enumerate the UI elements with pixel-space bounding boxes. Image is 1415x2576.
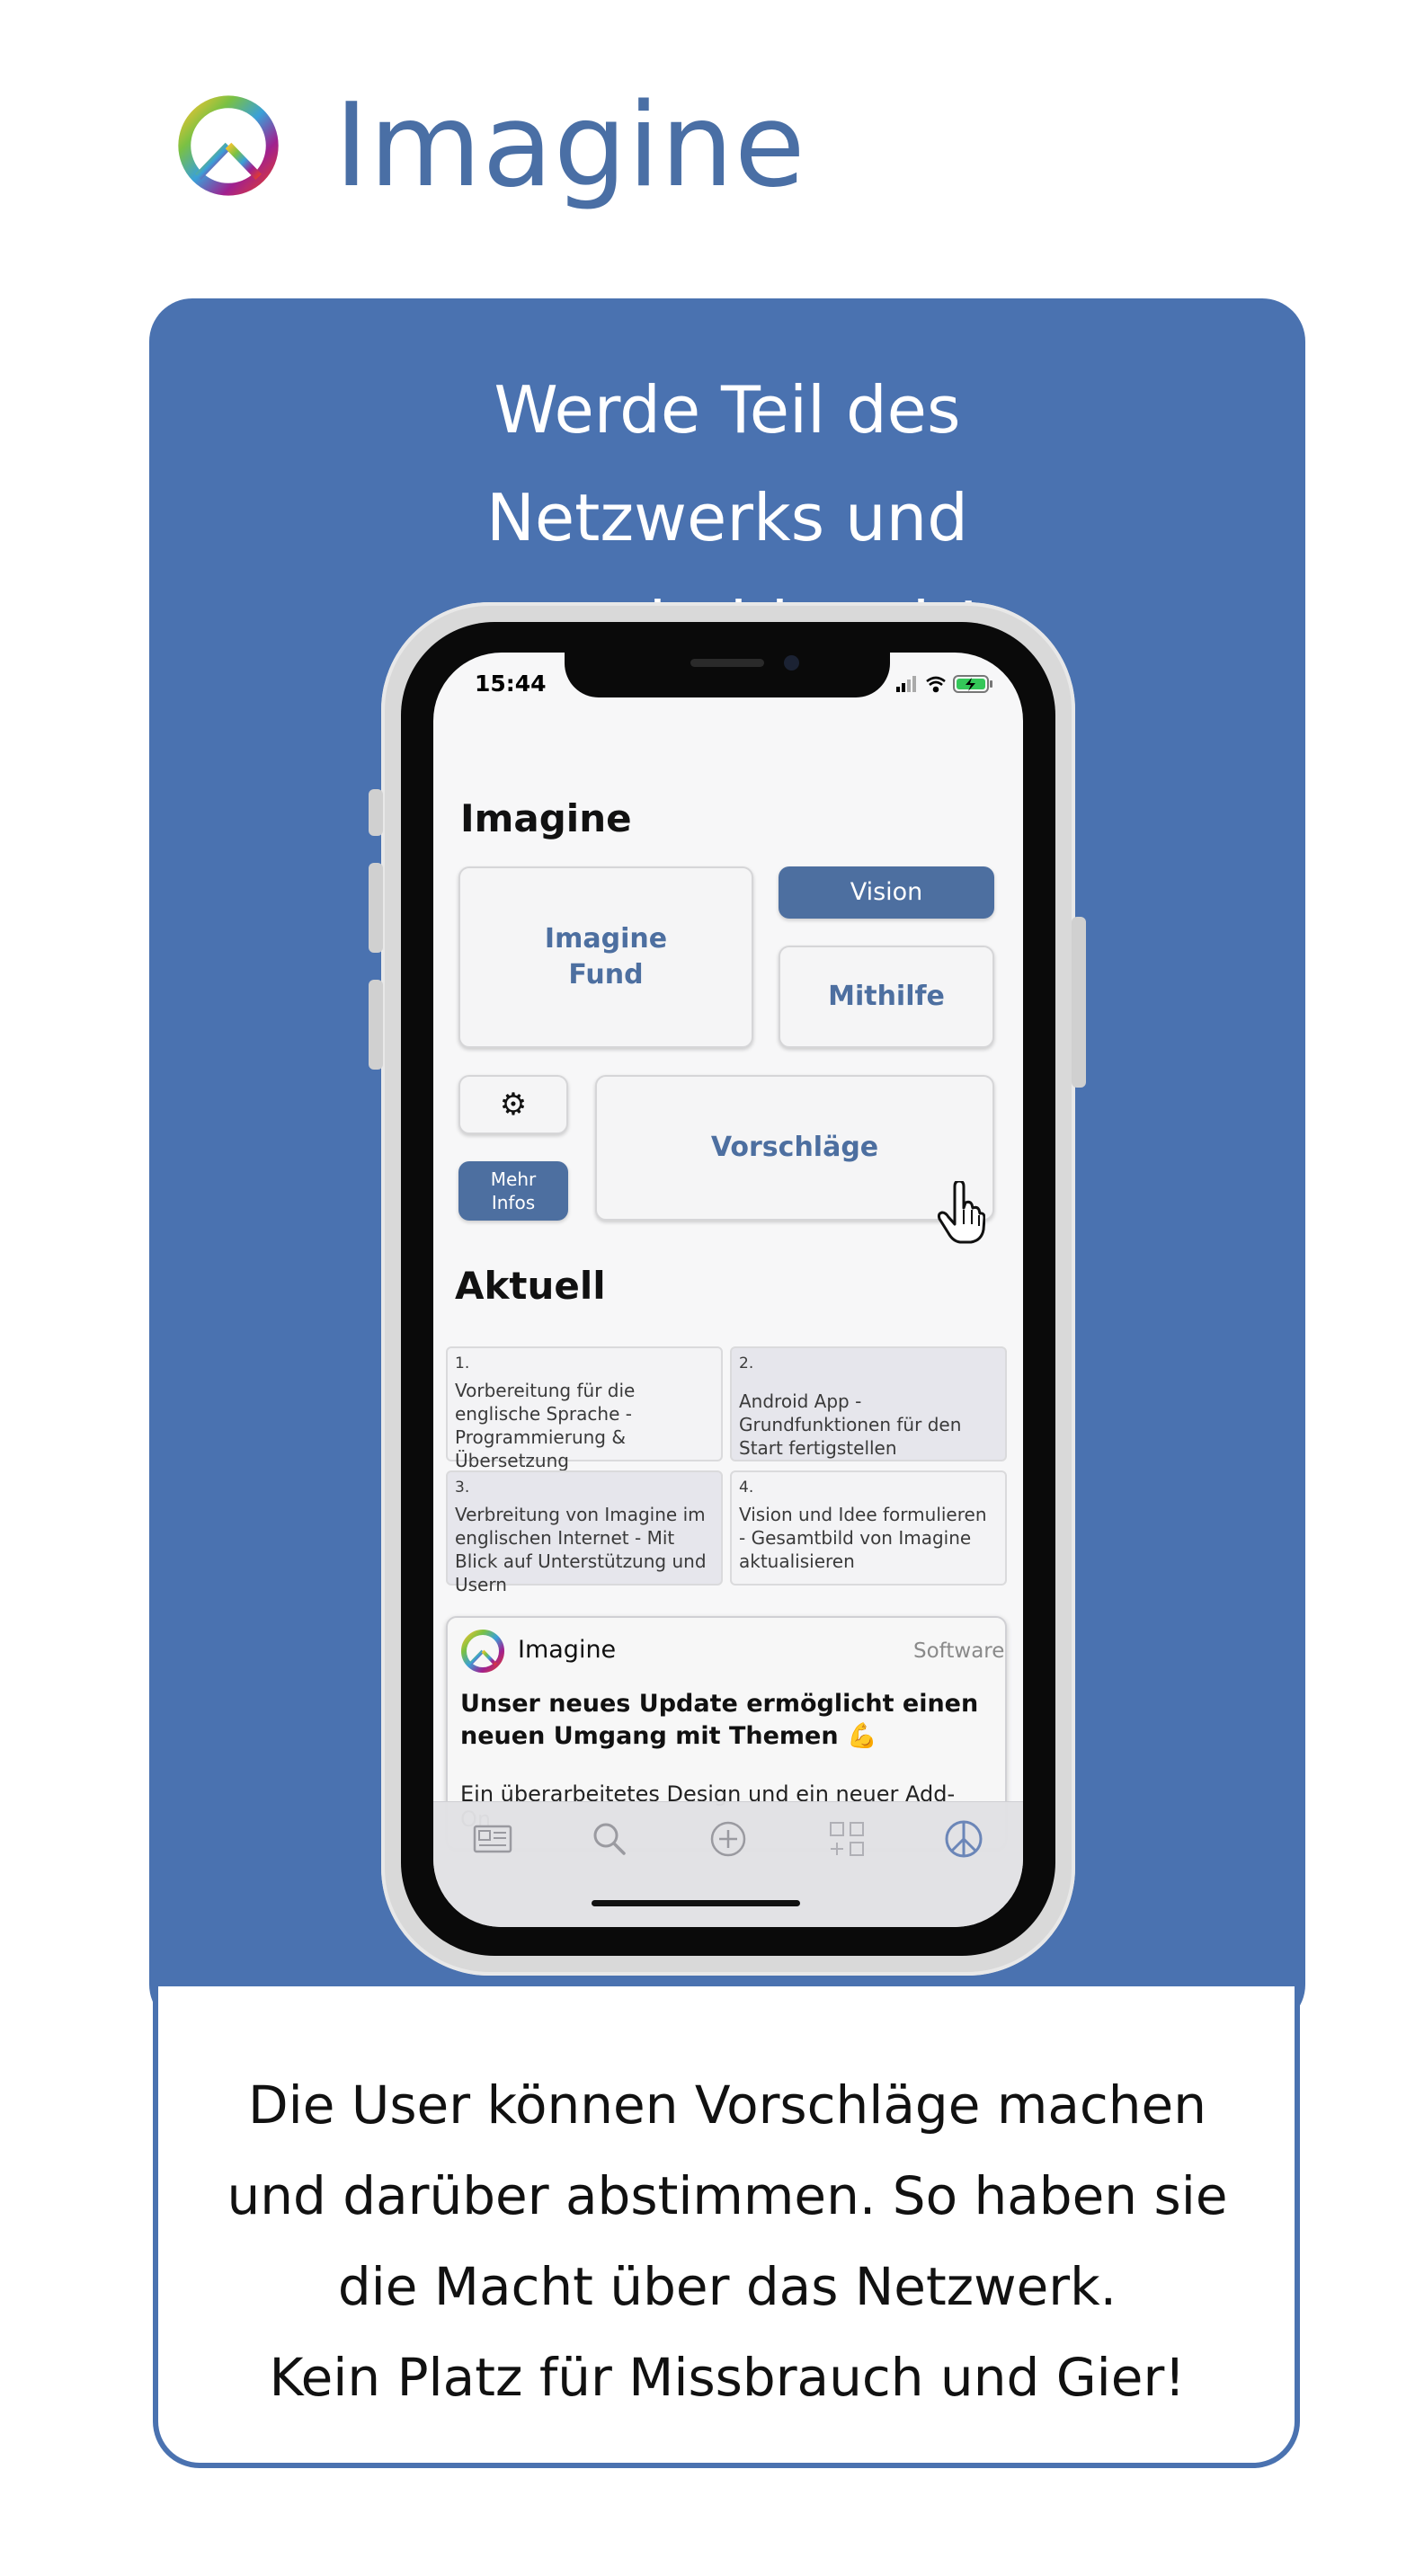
vorschlaege-label: Vorschläge (710, 1132, 879, 1163)
mehr-infos-button[interactable]: Mehr Infos (458, 1161, 568, 1221)
caption-line: und darüber abstimmen. So haben sie (227, 2165, 1228, 2226)
home-indicator (592, 1900, 800, 1906)
battery-icon (953, 675, 992, 693)
post-headline: Unser neues Update ermöglicht einen neue… (460, 1690, 979, 1750)
mithilfe-label: Mithilfe (828, 981, 945, 1012)
vorschlaege-card[interactable]: Vorschläge (595, 1075, 994, 1221)
vision-label: Vision (850, 878, 923, 906)
peace-logo-icon (178, 95, 279, 196)
task-text: Vision und Idee formulieren - Gesamtbild… (739, 1504, 987, 1572)
caption-line: Die User können Vorschläge machen (247, 2074, 1207, 2136)
hand-pointer-icon (937, 1181, 985, 1244)
apps-icon[interactable] (823, 1816, 870, 1862)
status-icons (896, 675, 992, 693)
caption-text: Die User können Vorschläge machen und da… (180, 2060, 1275, 2423)
screen-title: Imagine (460, 796, 632, 840)
task-item[interactable]: 3. Verbreitung von Imagine im englischen… (446, 1470, 723, 1595)
peace-logo-icon (461, 1630, 504, 1673)
task-text: Verbreitung von Imagine im englischen In… (455, 1504, 707, 1595)
task-item[interactable]: 1. Vorbereitung für die englische Sprach… (446, 1346, 723, 1471)
vision-button[interactable]: Vision (779, 866, 994, 919)
camera-icon (784, 655, 799, 671)
task-item[interactable]: 4. Vision und Idee formulieren - Gesamtb… (730, 1470, 1007, 1586)
phone-side-button (369, 789, 383, 836)
app-title: Imagine (334, 79, 806, 213)
peace-icon[interactable] (940, 1816, 987, 1862)
gear-icon: ⚙ (499, 1087, 528, 1123)
phone-speaker (690, 659, 764, 667)
post-category: Software (913, 1639, 1005, 1663)
task-number: 3. (455, 1479, 470, 1497)
imagine-fund-card[interactable]: Imagine Fund (458, 866, 753, 1048)
add-icon[interactable] (705, 1816, 752, 1862)
signal-icon (896, 676, 916, 692)
task-item[interactable]: 2. Android App - Grundfunktionen für den… (730, 1346, 1007, 1461)
phone-screen: 15:44 Imagine Imagine Fund Vision Mithil… (433, 653, 1023, 1927)
phone-power-button (1072, 917, 1086, 1088)
mithilfe-card[interactable]: Mithilfe (779, 946, 994, 1048)
task-number: 2. (739, 1355, 754, 1372)
aktuell-heading: Aktuell (455, 1264, 606, 1308)
task-number: 1. (455, 1355, 470, 1372)
phone-volume-up-button (369, 863, 383, 953)
phone-notch (565, 647, 890, 697)
caption-line: die Macht über das Netzwerk. (337, 2256, 1117, 2317)
settings-button[interactable]: ⚙ (458, 1075, 568, 1134)
status-time: 15:44 (475, 671, 547, 697)
imagine-fund-label: Imagine Fund (544, 923, 668, 990)
phone-volume-down-button (369, 980, 383, 1070)
task-number: 4. (739, 1479, 754, 1497)
wifi-icon (926, 676, 946, 693)
feed-icon[interactable] (469, 1816, 516, 1862)
post-author: Imagine (518, 1636, 617, 1664)
mehr-infos-label: Mehr Infos (490, 1168, 537, 1213)
task-text: Vorbereitung für die englische Sprache -… (455, 1380, 636, 1471)
search-icon[interactable] (586, 1816, 633, 1862)
task-text: Android App - Grundfunktionen für den St… (739, 1390, 962, 1459)
caption-line: Kein Platz für Missbrauch und Gier! (269, 2347, 1186, 2408)
